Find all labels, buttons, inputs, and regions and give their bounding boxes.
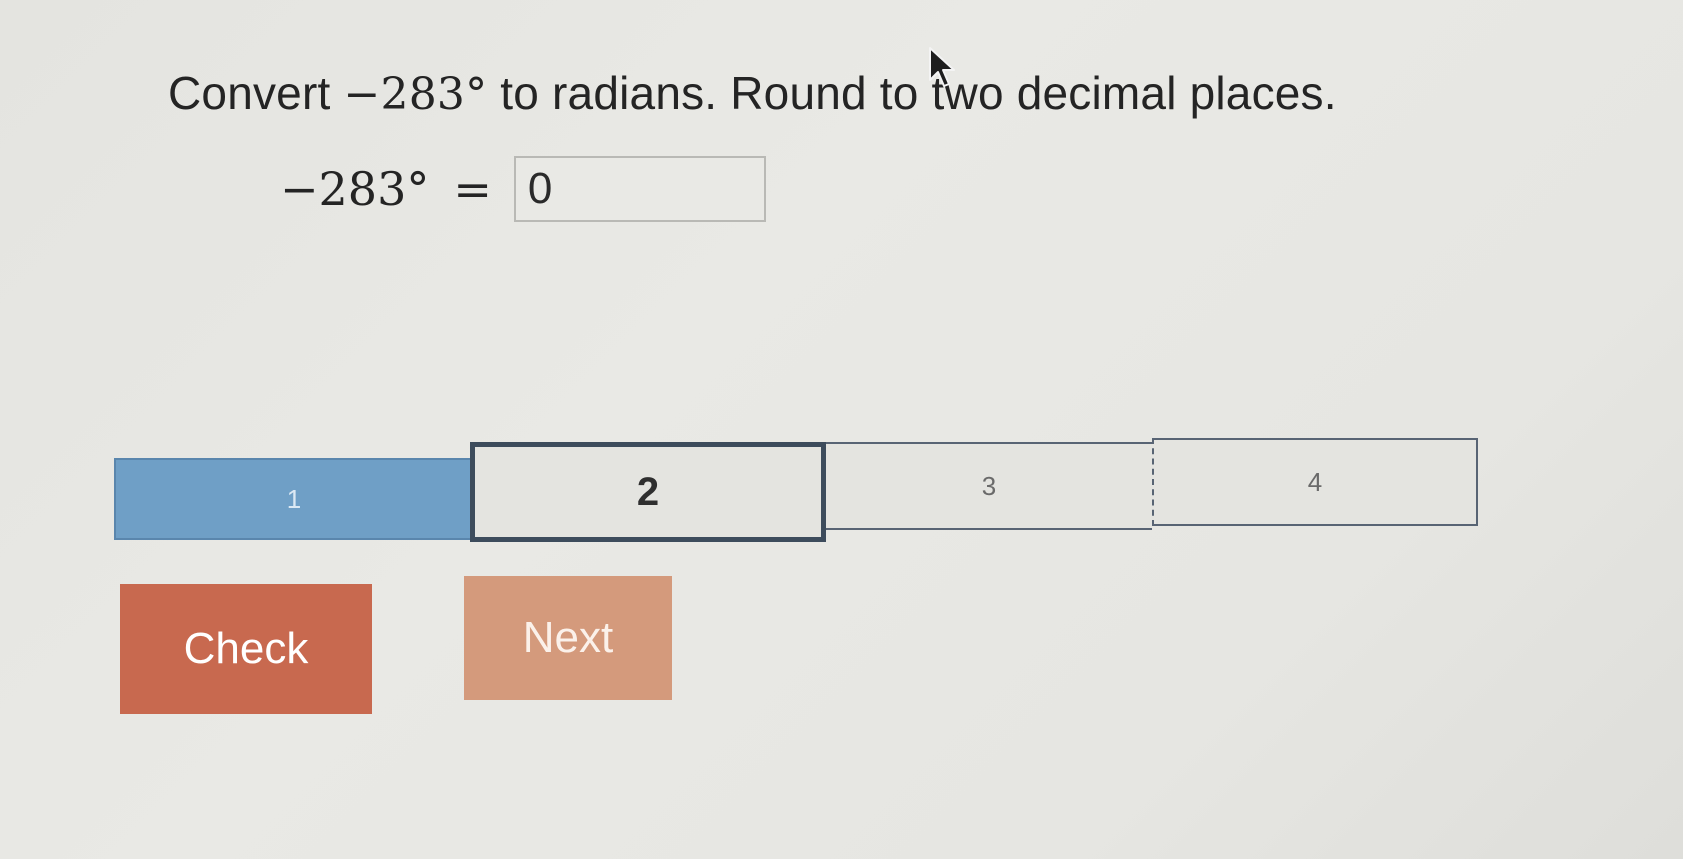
question-degree-value: −283° [343, 69, 488, 120]
progress-step-label: 1 [286, 483, 302, 514]
answer-input[interactable] [513, 156, 766, 222]
progress-step-label: 2 [636, 469, 660, 514]
progress-step-label: 3 [981, 470, 997, 501]
question-progress-bar: 1 3 4 2 [114, 438, 1478, 550]
progress-step-2[interactable]: 2 [470, 442, 826, 542]
equals-sign: = [453, 162, 492, 216]
check-button[interactable]: Check [120, 584, 372, 714]
question-text: Convert −283° to radians. Round to two d… [168, 66, 1337, 120]
progress-step-4[interactable]: 4 [1152, 438, 1478, 526]
progress-step-3[interactable]: 3 [826, 442, 1152, 530]
question-suffix: to radians. Round to two decimal places. [487, 67, 1337, 119]
progress-step-label: 4 [1307, 466, 1323, 497]
mouse-pointer-icon [929, 47, 955, 87]
progress-step-1[interactable]: 1 [114, 458, 474, 540]
next-button[interactable]: Next [464, 576, 672, 700]
question-prefix: Convert [168, 67, 344, 119]
answer-equation: −283° = [280, 156, 766, 222]
equation-lhs: −283° [280, 162, 430, 216]
